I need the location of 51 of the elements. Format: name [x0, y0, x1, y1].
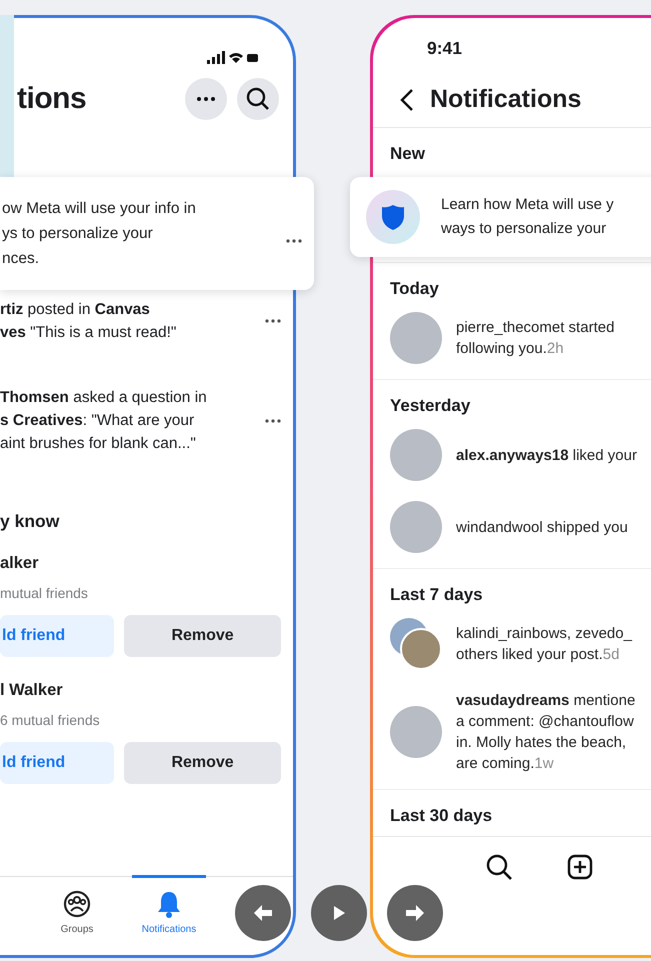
- arrow-right-icon: [404, 904, 426, 922]
- notification-text: windandwool shipped you: [456, 518, 628, 538]
- notification-text: pierre_thecomet started following you.2h: [456, 318, 614, 359]
- more-icon[interactable]: [265, 418, 281, 422]
- search-icon[interactable]: [485, 853, 513, 881]
- section-heading: New: [390, 144, 426, 164]
- more-icon[interactable]: [265, 319, 281, 323]
- person-name: alker: [0, 554, 40, 573]
- more-icon: [197, 97, 215, 101]
- more-icon[interactable]: [286, 238, 302, 242]
- nav-tab[interactable]: Notifications: [132, 875, 206, 955]
- notification-card[interactable]: Learn how Meta will use y ways to personalize your: [350, 177, 651, 257]
- status-time: 9:41: [427, 38, 464, 59]
- groups-icon: [63, 890, 91, 918]
- page-title: Notifications: [430, 85, 582, 114]
- add-friend-button[interactable]: ld friend: [0, 615, 114, 657]
- notification-text: Thomsen asked a question in s Creatives: "What are your aint brushes for blank can...": [0, 388, 207, 454]
- notification-card[interactable]: ow Meta will use your info in ys to personalize your nces.: [0, 177, 314, 290]
- mutual-friends: 6 mutual friends: [0, 712, 101, 728]
- notification-text: alex.anyways18 liked your: [456, 446, 637, 466]
- section-heading: Today: [390, 279, 440, 299]
- back-icon[interactable]: [400, 88, 414, 112]
- section-heading: y know: [0, 511, 60, 532]
- avatar-placeholder: [390, 429, 442, 481]
- arrow-left-icon: [252, 904, 274, 922]
- notification-text: Learn how Meta will use y ways to personalize your: [441, 195, 614, 239]
- search-button[interactable]: [237, 78, 279, 120]
- remove-button[interactable]: Remove: [124, 615, 281, 657]
- mutual-friends: mutual friends: [0, 585, 89, 601]
- avatar-placeholder: [390, 312, 442, 364]
- bell-icon: [156, 890, 182, 918]
- add-icon[interactable]: [567, 854, 593, 880]
- add-friend-button[interactable]: ld friend: [0, 742, 114, 784]
- section-heading: Last 30 days: [390, 806, 494, 826]
- avatar-placeholder: [390, 501, 442, 553]
- status-icons: [207, 51, 259, 65]
- page-title: tions: [17, 82, 86, 116]
- search-icon: [246, 87, 270, 111]
- shield-icon: [365, 189, 421, 245]
- play-icon: [332, 905, 346, 921]
- notification-text: rtiz posted in Canvas ves "This is a must read!": [0, 300, 176, 343]
- more-button[interactable]: [185, 78, 227, 120]
- nav-tab[interactable]: Groups: [40, 875, 114, 955]
- section-heading: Last 7 days: [390, 585, 484, 605]
- remove-button[interactable]: Remove: [124, 742, 281, 784]
- notification-text: kalindi_rainbows, zevedo_ others liked your post.5d: [456, 624, 632, 665]
- person-name: l Walker: [0, 681, 64, 700]
- notification-text: ow Meta will use your info in ys to personalize your nces.: [2, 199, 196, 269]
- avatar-placeholder: [390, 706, 442, 758]
- notification-text: vasudaydreams mentione a comment: @chantouflow in. Molly hates the beach, are coming.1w: [456, 691, 636, 774]
- section-heading: Yesterday: [390, 396, 472, 416]
